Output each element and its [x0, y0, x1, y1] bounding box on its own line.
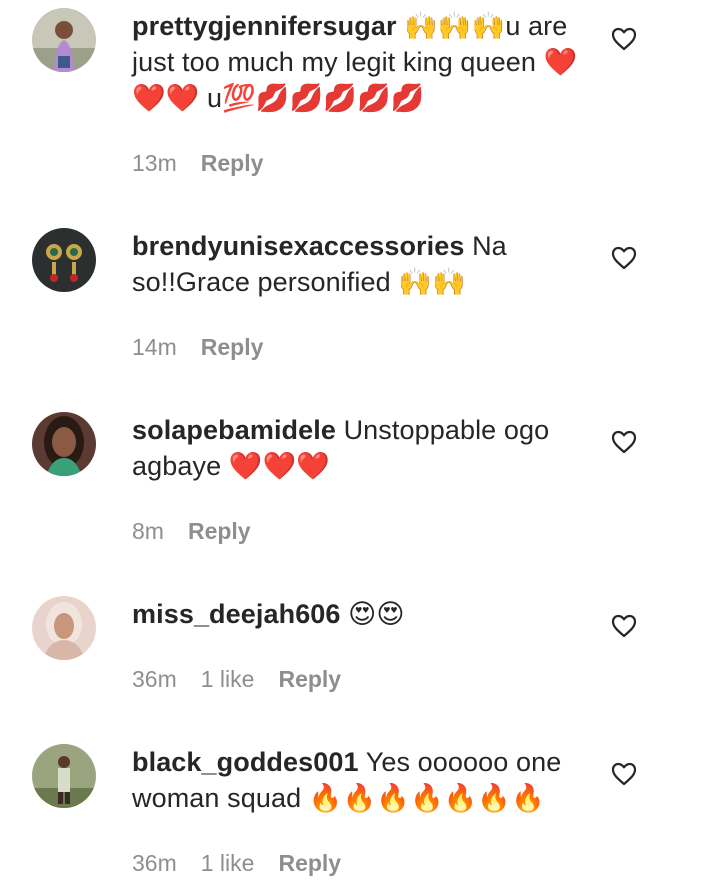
- like-button[interactable]: [611, 27, 637, 51]
- comment-text: miss_deejah606 😍😍: [132, 596, 580, 632]
- comment-meta: 8m Reply: [132, 518, 251, 545]
- comment-time: 36m: [132, 666, 177, 692]
- comment-username[interactable]: brendyunisexaccessories: [132, 231, 464, 261]
- heart-outline-icon: [611, 27, 637, 51]
- like-button[interactable]: [611, 762, 637, 786]
- avatar-image: [32, 744, 96, 808]
- reply-button[interactable]: Reply: [278, 666, 341, 693]
- comment-meta: 13m Reply: [132, 150, 263, 177]
- comment-body: 😍😍: [340, 599, 405, 629]
- comment-meta: 36m 1 like Reply: [132, 666, 341, 693]
- comment-time: 13m: [132, 150, 177, 176]
- avatar[interactable]: [32, 744, 96, 808]
- comment-text: prettygjennifersugar 🙌🙌🙌u are just too m…: [132, 8, 580, 116]
- comment-likes[interactable]: 1 like: [201, 666, 255, 693]
- comment-time: 14m: [132, 334, 177, 360]
- avatar-image: [32, 8, 96, 72]
- comment-username[interactable]: miss_deejah606: [132, 599, 341, 629]
- reply-button[interactable]: Reply: [201, 150, 264, 177]
- comment-text: brendyunisexaccessories Na so!!Grace per…: [132, 228, 580, 300]
- comment-username[interactable]: black_goddes001: [132, 747, 359, 777]
- avatar[interactable]: [32, 8, 96, 72]
- reply-button[interactable]: Reply: [188, 518, 251, 545]
- heart-outline-icon: [611, 762, 637, 786]
- avatar-image: [32, 228, 96, 292]
- comment-username[interactable]: prettygjennifersugar: [132, 11, 397, 41]
- avatar[interactable]: [32, 412, 96, 476]
- avatar[interactable]: [32, 596, 96, 660]
- comment-time: 36m: [132, 850, 177, 876]
- heart-outline-icon: [611, 430, 637, 454]
- avatar[interactable]: [32, 228, 96, 292]
- heart-outline-icon: [611, 246, 637, 270]
- like-button[interactable]: [611, 246, 637, 270]
- like-button[interactable]: [611, 614, 637, 638]
- comment-text: black_goddes001 Yes oooooo one woman squ…: [132, 744, 580, 816]
- comment-text: solapebamidele Unstoppable ogo agbaye ❤️…: [132, 412, 580, 484]
- heart-outline-icon: [611, 614, 637, 638]
- avatar-image: [32, 412, 96, 476]
- comment-likes[interactable]: 1 like: [201, 850, 255, 877]
- comment-username[interactable]: solapebamidele: [132, 415, 336, 445]
- reply-button[interactable]: Reply: [201, 334, 264, 361]
- reply-button[interactable]: Reply: [278, 850, 341, 877]
- comment-meta: 36m 1 like Reply: [132, 850, 341, 877]
- comment-meta: 14m Reply: [132, 334, 263, 361]
- comment-time: 8m: [132, 518, 164, 544]
- avatar-image: [32, 596, 96, 660]
- like-button[interactable]: [611, 430, 637, 454]
